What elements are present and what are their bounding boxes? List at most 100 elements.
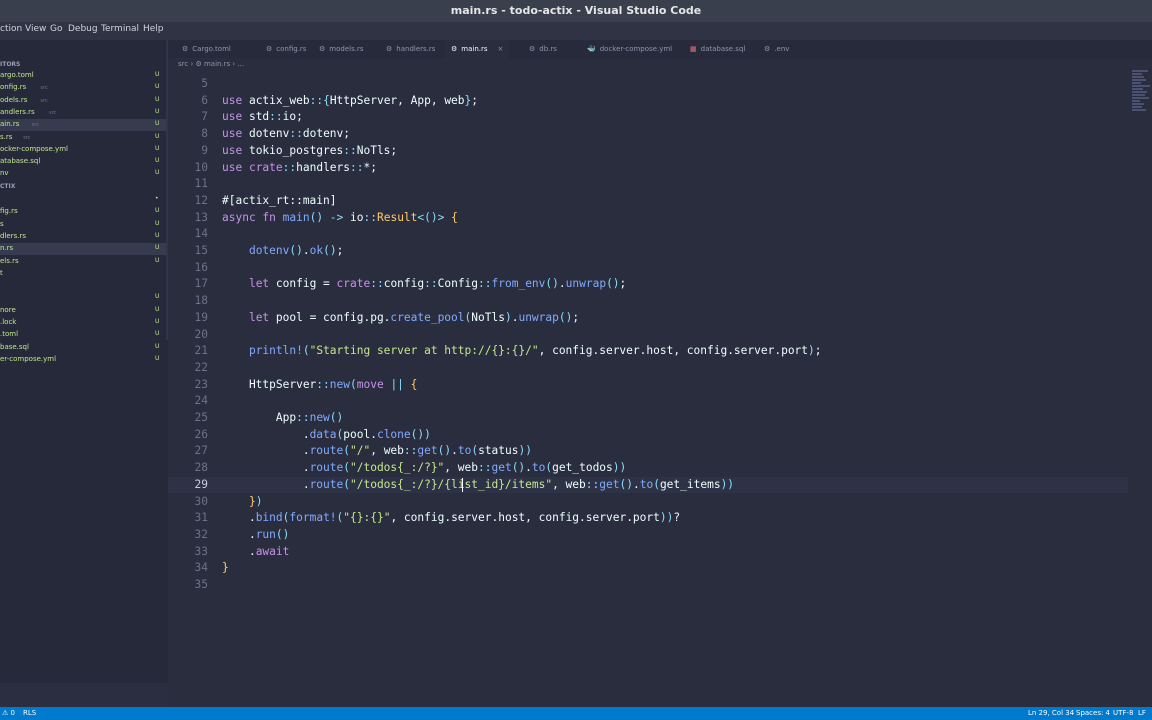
- code-line[interactable]: 16: [168, 260, 1128, 276]
- files-item[interactable]: base.sql U: [0, 342, 168, 354]
- code-token: }: [222, 561, 229, 575]
- code-text: use dotenv::dotenv;: [222, 126, 350, 142]
- code-line[interactable]: 11: [168, 176, 1128, 192]
- files-item[interactable]: [0, 280, 168, 292]
- files-item[interactable]: er-compose.yml U: [0, 354, 168, 366]
- files-item[interactable]: n.rs U: [0, 243, 168, 256]
- tab-handlers-rs[interactable]: ⚙ handlers.rs: [380, 40, 441, 58]
- code-line[interactable]: 25 App::new(): [168, 410, 1128, 426]
- open_editors-item[interactable]: nv U: [0, 168, 168, 180]
- code-line[interactable]: 30 }): [168, 494, 1128, 510]
- menu-go[interactable]: Go: [50, 24, 62, 34]
- tab-cargo-toml[interactable]: ⚙ Cargo.toml: [176, 40, 237, 58]
- open_editors-item[interactable]: s.rs src U: [0, 132, 168, 144]
- code-token: data: [309, 427, 337, 441]
- code-token: )): [518, 444, 532, 458]
- open_editors-item[interactable]: odels.rs src U: [0, 95, 168, 107]
- git-status-badge: U: [155, 305, 160, 313]
- project-folder-header[interactable]: CTIX: [0, 182, 168, 191]
- rls-indicator[interactable]: RLS: [23, 709, 36, 717]
- code-line[interactable]: 21 println!("Starting server at http://{…: [168, 343, 1128, 359]
- code-line[interactable]: 33 .await: [168, 544, 1128, 560]
- code-line[interactable]: 29 .route("/todos{_:/?}/{list_id}/items"…: [168, 476, 1128, 493]
- files-item[interactable]: sU: [0, 219, 168, 231]
- files-item[interactable]: •: [0, 194, 168, 206]
- open_editors-item[interactable]: ocker-compose.yml U: [0, 144, 168, 156]
- code-token: "/todos{_:/?}/{list_id}/items": [350, 477, 553, 491]
- files-item[interactable]: t: [0, 268, 168, 280]
- code-line[interactable]: 32 .run(): [168, 527, 1128, 543]
- code-token: clone: [376, 427, 411, 441]
- code-line[interactable]: 12 #[actix_rt::main]: [168, 193, 1128, 209]
- code-text: .data(pool.clone()): [222, 427, 431, 443]
- tab-main-rs[interactable]: ⚙ main.rs ×: [445, 40, 510, 58]
- tab--env[interactable]: ⚙ .env: [758, 40, 795, 58]
- line-number: 30: [194, 494, 208, 508]
- code-line[interactable]: 7 use std::io;: [168, 109, 1128, 125]
- code-line[interactable]: 34}: [168, 560, 1128, 576]
- code-line[interactable]: 17 let config = crate::config::Config::f…: [168, 276, 1128, 292]
- menu-help[interactable]: Help: [143, 24, 164, 34]
- tab-config-rs[interactable]: ⚙ config.rs: [260, 40, 312, 58]
- files-item[interactable]: dlers.rs U: [0, 231, 168, 243]
- problems-indicator[interactable]: ⚠ 0: [2, 709, 15, 717]
- files-item[interactable]: fig.rs U: [0, 206, 168, 218]
- files-item[interactable]: U: [0, 292, 168, 304]
- open_editors-item[interactable]: onfig.rs src U: [0, 82, 168, 94]
- tab-docker-compose-yml[interactable]: 🐳 docker-compose.yml: [581, 40, 678, 58]
- tab-db-rs[interactable]: ⚙ db.rs: [523, 40, 563, 58]
- code-line[interactable]: 27 .route("/", web::get().to(status)): [168, 443, 1128, 459]
- code-line[interactable]: 26 .data(pool.clone()): [168, 427, 1128, 443]
- minimap[interactable]: [1132, 70, 1152, 116]
- breadcrumb[interactable]: src › ⚙ main.rs › ...: [178, 60, 244, 68]
- code-line[interactable]: 10 use crate::handlers::*;: [168, 160, 1128, 176]
- tab-database-sql[interactable]: ▦ database.sql: [684, 40, 751, 58]
- code-line[interactable]: 6 use actix_web::{HttpServer, App, web};: [168, 93, 1128, 109]
- menu-terminal[interactable]: Terminal: [101, 24, 139, 34]
- files-item[interactable]: nore U: [0, 305, 168, 317]
- code-token: main: [282, 210, 310, 224]
- code-line[interactable]: 24: [168, 393, 1128, 409]
- code-line[interactable]: 23 HttpServer::new(move || {: [168, 377, 1128, 393]
- open_editors-item[interactable]: andlers.rs src U: [0, 107, 168, 119]
- files-item[interactable]: .lock U: [0, 317, 168, 329]
- encoding-setting[interactable]: UTF-8: [1113, 709, 1133, 717]
- open_editors-item[interactable]: argo.toml U: [0, 70, 168, 82]
- tab-models-rs[interactable]: ⚙ models.rs: [313, 40, 369, 58]
- menu-view[interactable]: View: [25, 24, 46, 34]
- code-line[interactable]: 18: [168, 293, 1128, 309]
- files-item[interactable]: .toml U: [0, 329, 168, 341]
- code-text: #[actix_rt::main]: [222, 193, 337, 209]
- menu-selection[interactable]: ction: [0, 24, 22, 34]
- git-status-badge: U: [155, 144, 160, 152]
- code-line[interactable]: 9 use tokio_postgres::NoTls;: [168, 143, 1128, 159]
- code-text: .route("/", web::get().to(status)): [222, 443, 532, 459]
- close-icon[interactable]: ×: [498, 45, 504, 53]
- code-editor[interactable]: 5 6 use actix_web::{HttpServer, App, web};…: [168, 68, 1152, 707]
- file-name: ain.rs: [0, 120, 20, 129]
- indentation-setting[interactable]: Spaces: 4: [1076, 709, 1110, 717]
- code-token: ::: [316, 377, 330, 391]
- menu-debug[interactable]: Debug: [68, 24, 98, 34]
- cursor-position[interactable]: Ln 29, Col 34: [1028, 709, 1074, 717]
- file-name: t: [0, 268, 3, 277]
- code-line[interactable]: 20: [168, 327, 1128, 343]
- code-line[interactable]: 28 .route("/todos{_:/?}", web::get().to(…: [168, 460, 1128, 476]
- code-line[interactable]: 8 use dotenv::dotenv;: [168, 126, 1128, 142]
- open_editors-item[interactable]: ain.rs src U: [0, 119, 168, 132]
- eol-setting[interactable]: LF: [1138, 709, 1146, 717]
- file-name: .toml: [0, 330, 19, 339]
- code-line[interactable]: 22: [168, 360, 1128, 376]
- code-line[interactable]: 14: [168, 226, 1128, 242]
- code-line[interactable]: 15 dotenv().ok();: [168, 243, 1128, 259]
- code-line[interactable]: 13 async fn main() -> io::Result<()> {: [168, 210, 1128, 226]
- code-line[interactable]: 35: [168, 577, 1128, 593]
- files-item[interactable]: els.rs U: [0, 256, 168, 268]
- line-number: 32: [194, 527, 208, 541]
- code-line[interactable]: 31 .bind(format!("{}:{}", config.server.…: [168, 510, 1128, 526]
- open-editors-header[interactable]: ITORS: [0, 60, 168, 69]
- code-token: dotenv;: [302, 127, 351, 141]
- open_editors-item[interactable]: atabase.sql U: [0, 156, 168, 168]
- code-line[interactable]: 19 let pool = config.pg.create_pool(NoTl…: [168, 310, 1128, 326]
- code-line[interactable]: 5: [168, 76, 1128, 92]
